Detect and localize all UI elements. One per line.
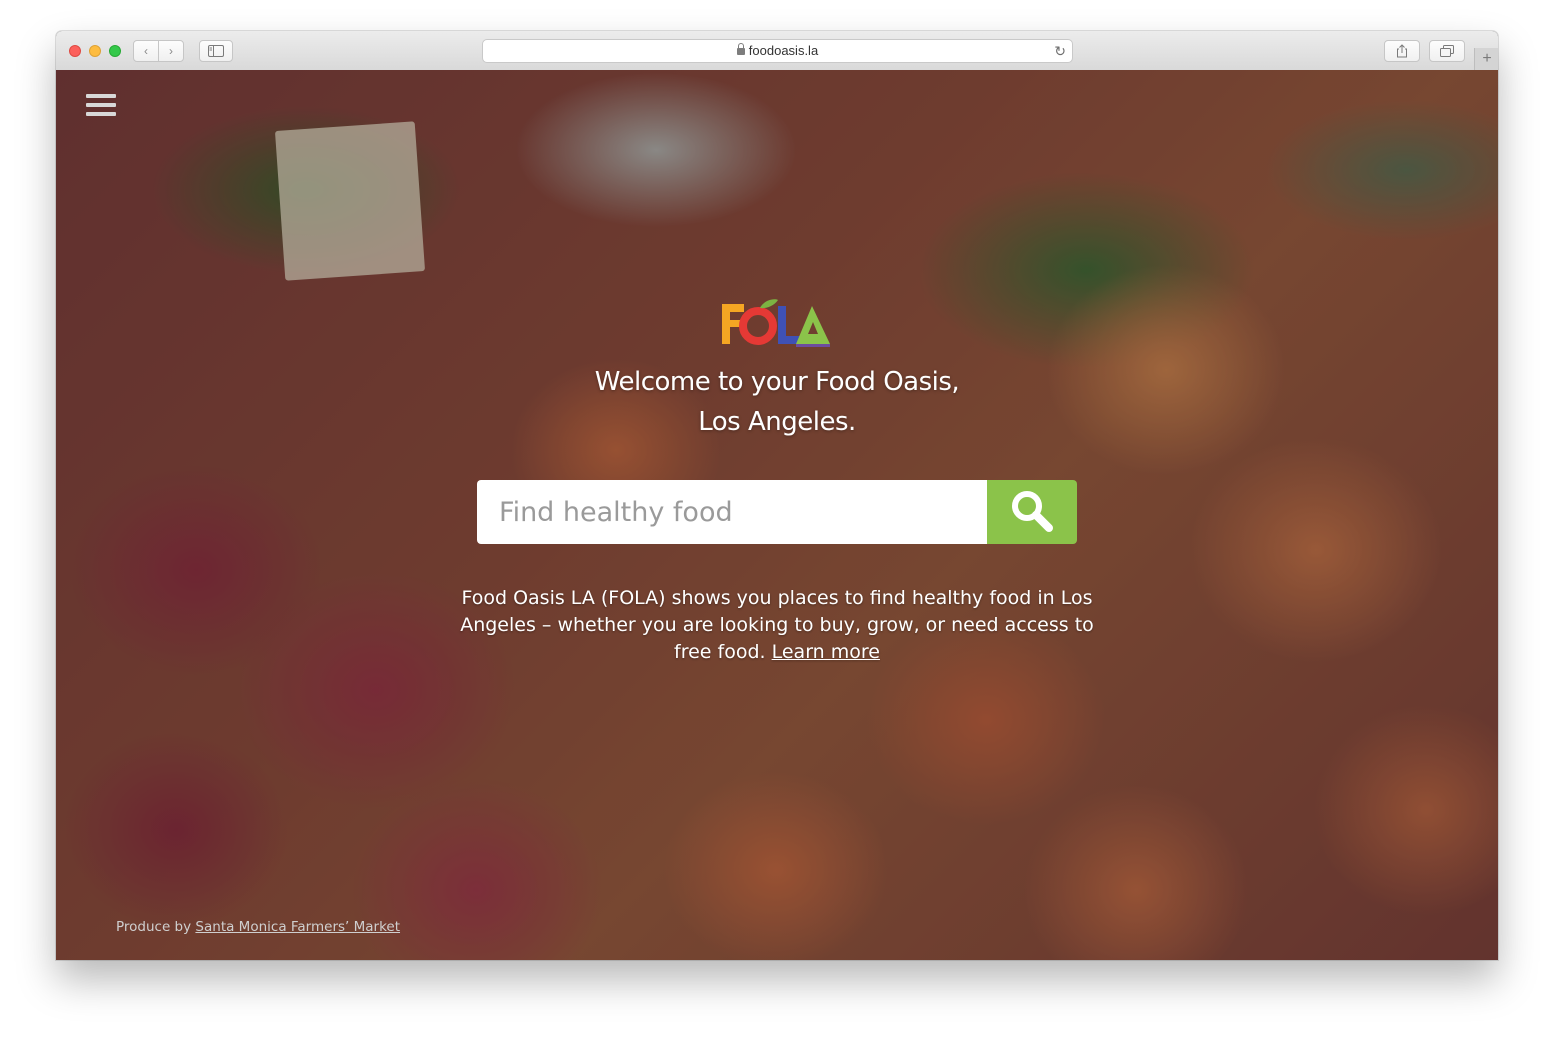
address-url: foodoasis.la: [748, 43, 819, 58]
learn-more-link[interactable]: Learn more: [772, 641, 880, 663]
tabs-icon: [1440, 45, 1454, 57]
browser-toolbar: ‹ › foodoasis.la ↻ +: [56, 31, 1498, 71]
chevron-right-icon: ›: [169, 44, 173, 58]
lock-icon: [736, 43, 745, 55]
reload-icon[interactable]: ↻: [1054, 40, 1066, 62]
credit-prefix: Produce by: [116, 919, 192, 935]
headline-line-2: Los Angeles.: [698, 407, 856, 437]
credit-link[interactable]: Santa Monica Farmers’ Market: [195, 919, 400, 935]
new-tab-button[interactable]: +: [1474, 48, 1498, 70]
page-headline: Welcome to your Food Oasis, Los Angeles.: [477, 362, 1077, 442]
search-icon: [1012, 490, 1053, 532]
zoom-window-button[interactable]: [109, 45, 121, 57]
hero-section: Welcome to your Food Oasis, Los Angeles.…: [56, 70, 1498, 960]
search-button[interactable]: [987, 480, 1077, 544]
sidebar-icon: [208, 45, 224, 57]
search-box: [477, 480, 1077, 544]
hamburger-menu-icon[interactable]: [86, 94, 116, 118]
photo-credit: Produce by Santa Monica Farmers’ Market: [116, 919, 400, 935]
intro-description: Food Oasis LA (FOLA) shows you places to…: [460, 585, 1094, 666]
sidebar-toggle-button[interactable]: [199, 40, 233, 62]
search-input[interactable]: [477, 480, 987, 544]
share-button[interactable]: [1384, 40, 1420, 62]
fola-logo: [722, 299, 830, 347]
share-icon: [1397, 44, 1407, 58]
chevron-left-icon: ‹: [144, 44, 148, 58]
back-button[interactable]: ‹: [133, 40, 159, 62]
address-bar[interactable]: foodoasis.la ↻: [482, 39, 1073, 63]
minimize-window-button[interactable]: [89, 45, 101, 57]
close-window-button[interactable]: [69, 45, 81, 57]
headline-line-1: Welcome to your Food Oasis,: [594, 367, 960, 397]
forward-button[interactable]: ›: [158, 40, 184, 62]
browser-window: ‹ › foodoasis.la ↻ + Welcome to your Foo…: [56, 31, 1498, 960]
show-tabs-button[interactable]: [1429, 40, 1465, 62]
